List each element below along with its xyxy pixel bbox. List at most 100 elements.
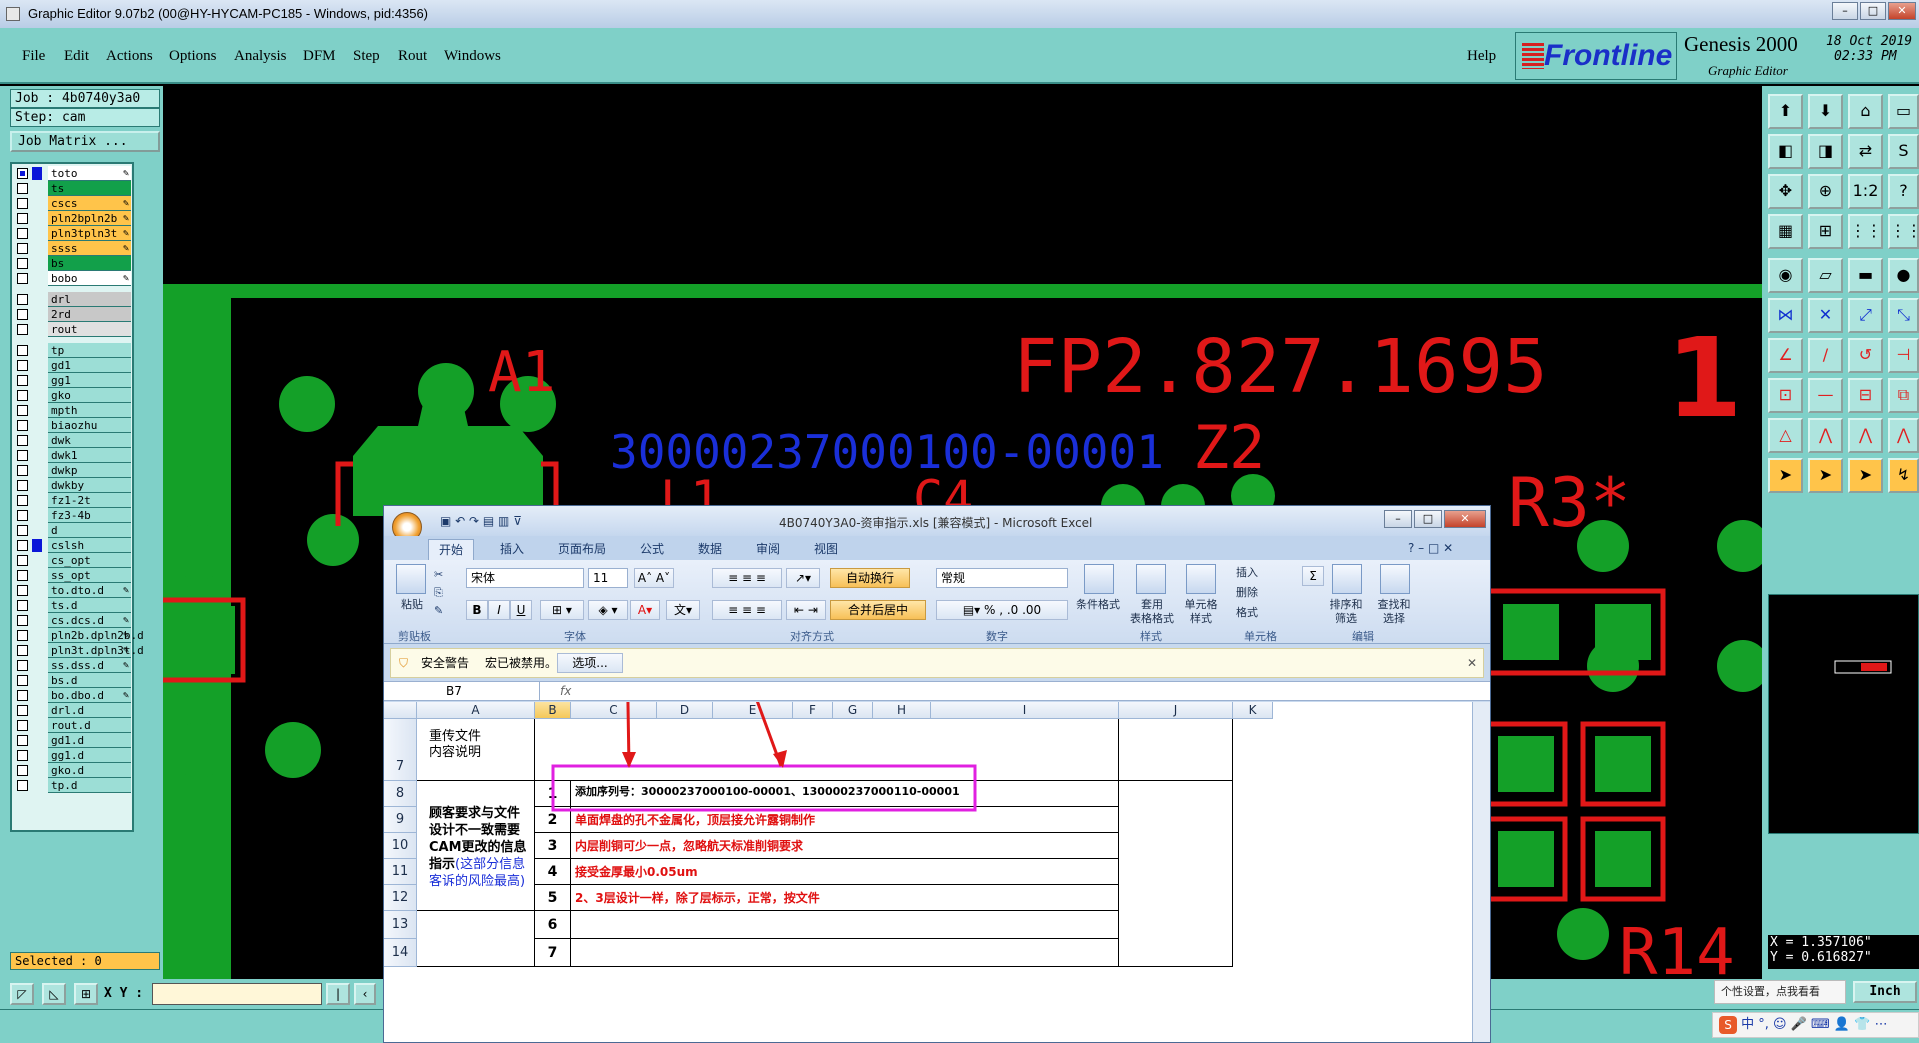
font-grow-button[interactable]: A˄ A˅: [634, 568, 674, 588]
layer-name[interactable]: d: [48, 523, 131, 538]
menu-help[interactable]: Help: [1467, 48, 1496, 65]
layer-name[interactable]: pln3t.dpln3t.d ✎: [48, 643, 144, 658]
orientation-button[interactable]: ↗▾: [786, 568, 820, 588]
layer-row-gd1.d[interactable]: gd1.d: [12, 733, 132, 748]
layer-name[interactable]: fz1-2t: [48, 493, 131, 508]
layer-checkbox[interactable]: [17, 705, 28, 716]
tool-button-r5c1-icon[interactable]: ◉: [1768, 258, 1803, 293]
close-button[interactable]: ✕: [1888, 2, 1916, 20]
layer-name[interactable]: dwkby: [48, 478, 131, 493]
layer-checkbox[interactable]: [17, 465, 28, 476]
layer-name[interactable]: gd1.d: [48, 733, 131, 748]
layer-row-cs_opt[interactable]: cs_opt: [12, 553, 132, 568]
layer-row-ss_opt[interactable]: ss_opt: [12, 568, 132, 583]
layer-row-drl.d[interactable]: drl.d: [12, 703, 132, 718]
font-color-button[interactable]: A▾: [630, 600, 660, 620]
layer-name[interactable]: dwk: [48, 433, 131, 448]
layer-name[interactable]: cs_opt: [48, 553, 131, 568]
layer-name[interactable]: dwkp: [48, 463, 131, 478]
layer-name[interactable]: bs: [48, 256, 131, 271]
layer-row-bo.d[interactable]: bo.dbo.d ✎: [12, 688, 132, 703]
layer-name[interactable]: to.dto.d ✎: [48, 583, 131, 598]
layer-row-dwk[interactable]: dwk: [12, 433, 132, 448]
layer-row-pln2b[interactable]: pln2bpln2b ✎: [12, 211, 132, 226]
layer-checkbox[interactable]: [17, 600, 28, 611]
layer-checkbox[interactable]: [17, 660, 28, 671]
layer-checkbox[interactable]: [17, 780, 28, 791]
table-format-icon[interactable]: [1136, 564, 1166, 594]
layer-name[interactable]: 2rd: [48, 307, 131, 322]
tool-button-r9c1-icon[interactable]: △: [1768, 418, 1803, 453]
layer-checkbox[interactable]: [17, 525, 28, 536]
layer-row-dwkby[interactable]: dwkby: [12, 478, 132, 493]
unit-toggle[interactable]: Inch: [1853, 981, 1917, 1003]
layer-name[interactable]: gg1.d: [48, 748, 131, 763]
layer-name[interactable]: fz3-4b: [48, 508, 131, 523]
layer-checkbox[interactable]: [17, 555, 28, 566]
layer-checkbox[interactable]: [17, 405, 28, 416]
layer-name[interactable]: pln2bpln2b ✎: [48, 211, 131, 226]
layer-checkbox[interactable]: [17, 273, 28, 284]
layer-checkbox[interactable]: [17, 540, 28, 551]
layer-checkbox[interactable]: [17, 450, 28, 461]
tool-button-r3c1-icon[interactable]: ✥: [1768, 174, 1803, 209]
layer-row-cslsh[interactable]: cslsh: [12, 538, 132, 553]
maximize-button[interactable]: □: [1860, 2, 1886, 20]
underline-button[interactable]: U: [510, 600, 532, 620]
layer-name[interactable]: gg1: [48, 373, 131, 388]
vertical-scrollbar[interactable]: [1472, 702, 1490, 1042]
tool-button-r8c2-icon[interactable]: —: [1808, 378, 1843, 413]
layer-checkbox[interactable]: [17, 258, 28, 269]
tool-button-r1c4-icon[interactable]: ▭: [1888, 94, 1919, 129]
layer-row-fz3-4b[interactable]: fz3-4b: [12, 508, 132, 523]
layer-checkbox[interactable]: [17, 420, 28, 431]
tab-formulas[interactable]: 公式: [630, 539, 674, 560]
tool-button-r9c3-icon[interactable]: ⋀: [1848, 418, 1883, 453]
menu-step[interactable]: Step: [353, 48, 380, 65]
layer-name[interactable]: ss.dss.d ✎: [48, 658, 131, 673]
mode-icon[interactable]: ‹: [354, 983, 376, 1005]
layer-row-biaozhu[interactable]: biaozhu: [12, 418, 132, 433]
indent-buttons[interactable]: ⇤ ⇥: [786, 600, 826, 620]
layer-name[interactable]: bobo ✎: [48, 271, 131, 286]
layer-name[interactable]: cslsh: [48, 538, 131, 553]
number-format-box[interactable]: 常规: [936, 568, 1068, 588]
number-buttons[interactable]: ▤▾ % , .0 .00: [936, 600, 1068, 620]
close-bar-icon[interactable]: ✕: [1467, 649, 1477, 677]
layer-row-d[interactable]: d: [12, 523, 132, 538]
fx-label[interactable]: fx: [560, 682, 571, 700]
layer-checkbox[interactable]: [17, 168, 28, 179]
layer-row-rout.d[interactable]: rout.d: [12, 718, 132, 733]
layer-checkbox[interactable]: [17, 435, 28, 446]
tool-button-r5c3-icon[interactable]: ▬: [1848, 258, 1883, 293]
tool-button-r4c3-icon[interactable]: ⋮⋮: [1848, 214, 1883, 249]
layer-checkbox[interactable]: [17, 675, 28, 686]
tab-review[interactable]: 审阅: [746, 539, 790, 560]
menu-rout[interactable]: Rout: [398, 48, 427, 65]
select-tool-icon[interactable]: ◸: [10, 983, 34, 1005]
layer-checkbox[interactable]: [17, 495, 28, 506]
layer-name[interactable]: ts.d: [48, 598, 131, 613]
layer-checkbox[interactable]: [17, 690, 28, 701]
layer-name[interactable]: ts: [48, 181, 131, 196]
tool-button-r8c1-icon[interactable]: ⊡: [1768, 378, 1803, 413]
measure-tool-icon[interactable]: ◺: [42, 983, 66, 1005]
layer-name[interactable]: cs.dcs.d ✎: [48, 613, 131, 628]
layer-name[interactable]: ssss ✎: [48, 241, 131, 256]
layer-checkbox[interactable]: [17, 360, 28, 371]
layer-row-pln3t[interactable]: pln3tpln3t ✎: [12, 226, 132, 241]
font-name-box[interactable]: 宋体: [466, 568, 584, 588]
layer-checkbox[interactable]: [17, 630, 28, 641]
layer-name[interactable]: drl: [48, 292, 131, 307]
layer-row-pln3t.d[interactable]: pln3t.dpln3t.d ✎: [12, 643, 144, 658]
overview-map[interactable]: [1768, 594, 1919, 834]
layer-checkbox[interactable]: [17, 390, 28, 401]
layer-checkbox[interactable]: [17, 585, 28, 596]
layer-checkbox[interactable]: [17, 243, 28, 254]
layer-checkbox[interactable]: [17, 345, 28, 356]
italic-button[interactable]: I: [488, 600, 510, 620]
menu-windows[interactable]: Windows: [444, 48, 501, 65]
layer-row-cs[interactable]: cscs ✎: [12, 196, 132, 211]
paste-icon[interactable]: [396, 564, 426, 594]
layer-row-dwkp[interactable]: dwkp: [12, 463, 132, 478]
